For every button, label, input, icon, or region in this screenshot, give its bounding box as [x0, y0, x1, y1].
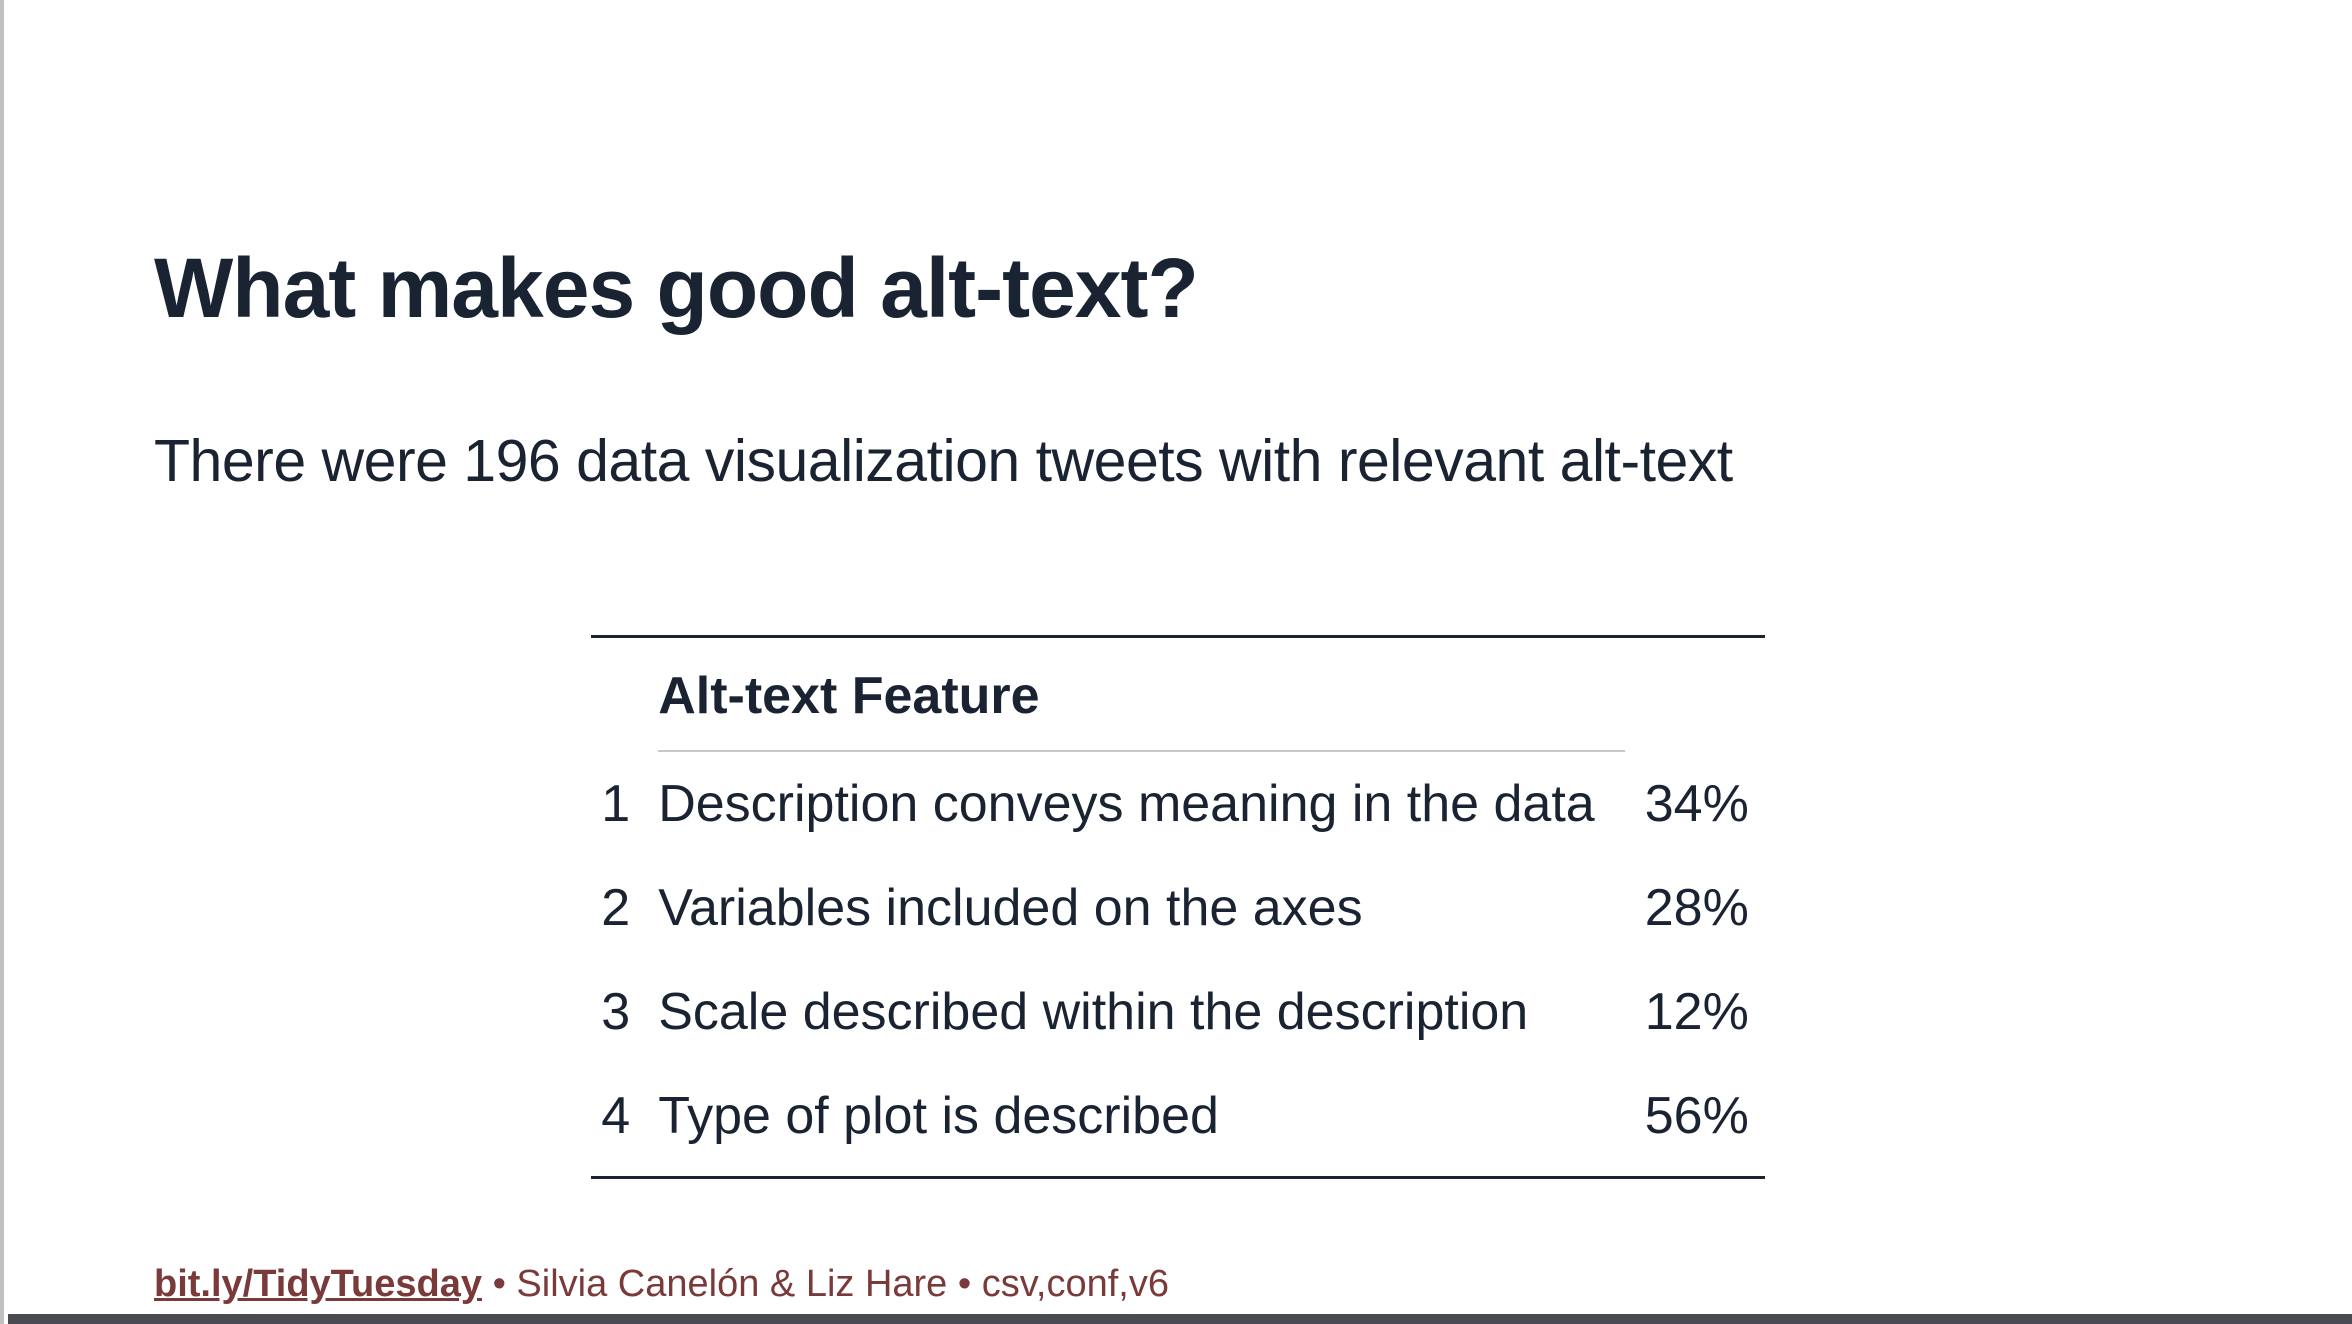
slide-container: What makes good alt-text? There were 196…	[0, 0, 2352, 1324]
footer-link[interactable]: bit.ly/TidyTuesday	[154, 1263, 482, 1305]
table-cell-pct: 12%	[1625, 960, 1765, 1064]
table-row: 1 Description conveys meaning in the dat…	[591, 751, 1764, 856]
slide-title: What makes good alt-text?	[154, 240, 2202, 337]
table-cell-pct: 56%	[1625, 1064, 1765, 1178]
slide-subtitle: There were 196 data visualization tweets…	[154, 427, 2202, 495]
table-header-row: Alt-text Feature	[591, 637, 1764, 752]
table-header-feature: Alt-text Feature	[658, 637, 1625, 752]
table-cell-num: 4	[591, 1064, 658, 1178]
table-cell-pct: 34%	[1625, 751, 1765, 856]
table-cell-feature: Type of plot is described	[658, 1064, 1625, 1178]
table-cell-feature: Scale described within the description	[658, 960, 1625, 1064]
table-wrapper: Alt-text Feature 1 Description conveys m…	[154, 635, 2202, 1179]
table-row: 2 Variables included on the axes 28%	[591, 856, 1764, 960]
table-header-pct	[1625, 637, 1765, 752]
slide-footer: bit.ly/TidyTuesday • Silvia Canelón & Li…	[154, 1263, 1169, 1306]
bottom-progress-bar	[8, 1314, 2352, 1324]
table-cell-num: 1	[591, 751, 658, 856]
table-cell-num: 3	[591, 960, 658, 1064]
alt-text-feature-table: Alt-text Feature 1 Description conveys m…	[591, 635, 1764, 1179]
footer-credits: • Silvia Canelón & Liz Hare • csv,conf,v…	[482, 1263, 1169, 1305]
table-cell-feature: Description conveys meaning in the data	[658, 751, 1625, 856]
table-header-num	[591, 637, 658, 752]
table-cell-num: 2	[591, 856, 658, 960]
table-cell-feature: Variables included on the axes	[658, 856, 1625, 960]
table-row: 4 Type of plot is described 56%	[591, 1064, 1764, 1178]
table-cell-pct: 28%	[1625, 856, 1765, 960]
table-row: 3 Scale described within the description…	[591, 960, 1764, 1064]
